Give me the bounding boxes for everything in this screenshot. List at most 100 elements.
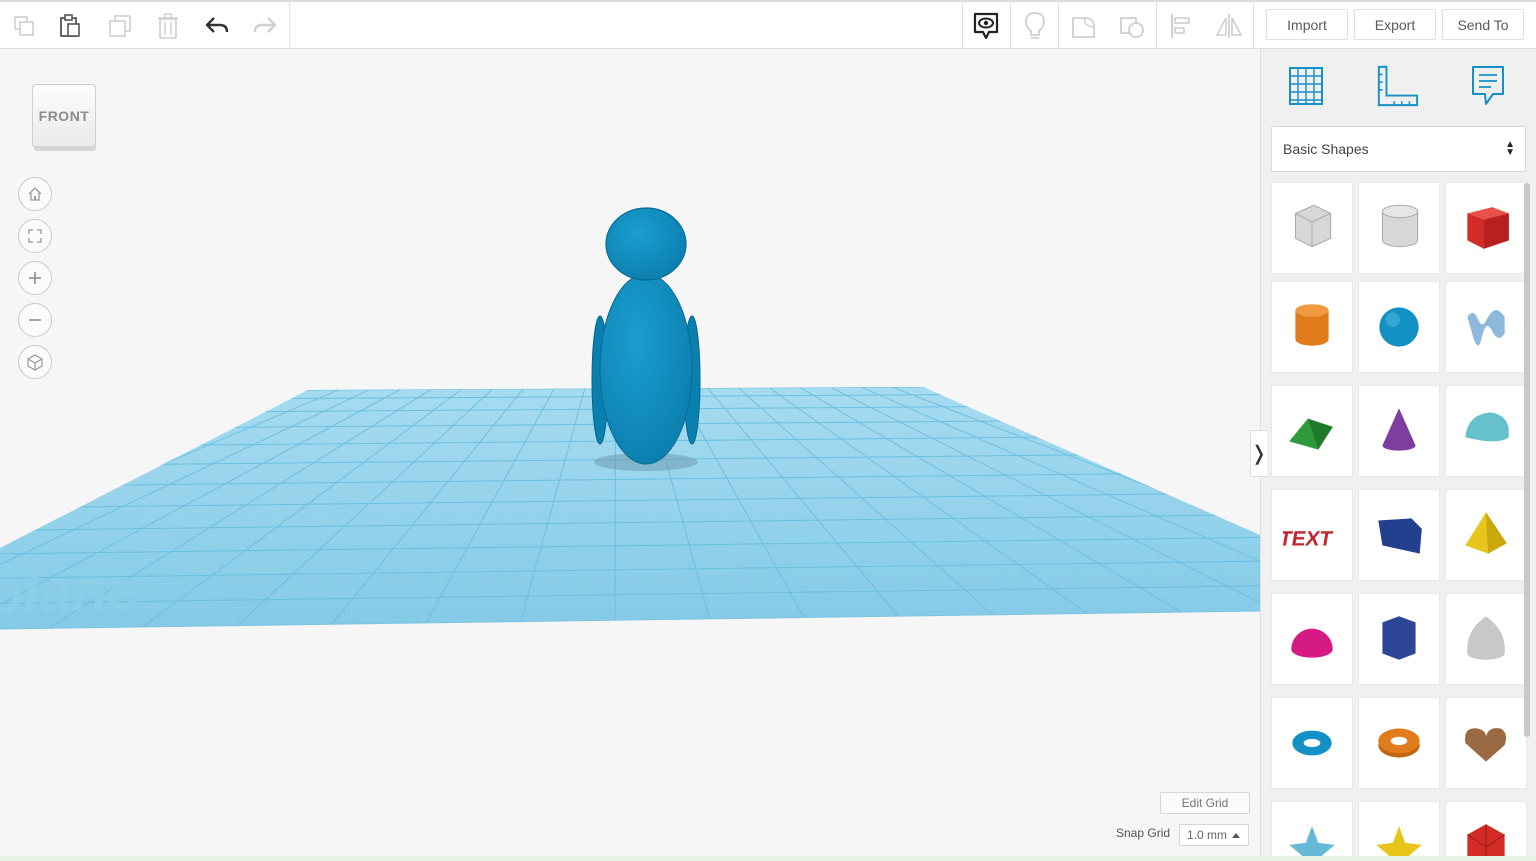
tab-workplane[interactable] bbox=[1284, 63, 1328, 109]
shape-star[interactable] bbox=[1271, 801, 1353, 861]
caret-up-icon bbox=[1232, 833, 1240, 838]
shape-heart[interactable] bbox=[1445, 697, 1527, 789]
paste-icon bbox=[60, 13, 80, 37]
scene[interactable]: Workplane bbox=[0, 49, 1260, 861]
panel-scrollbar[interactable] bbox=[1524, 183, 1530, 737]
hide-button[interactable] bbox=[1011, 2, 1059, 49]
half-sphere-icon bbox=[1291, 628, 1333, 658]
viewcube-front-face[interactable]: FRONT bbox=[32, 84, 96, 148]
round-roof-icon bbox=[1465, 412, 1509, 442]
3d-viewport[interactable]: Workplane FRONT Edit Grid Snap Grid 1.0 … bbox=[0, 49, 1260, 861]
redo-button[interactable] bbox=[241, 2, 289, 49]
shape-cylinder[interactable] bbox=[1271, 281, 1353, 373]
scribble-icon bbox=[1467, 310, 1505, 346]
shape-torus[interactable] bbox=[1271, 697, 1353, 789]
shape-wedge[interactable] bbox=[1358, 489, 1440, 581]
delete-button[interactable] bbox=[144, 2, 192, 49]
shape-tube[interactable] bbox=[1358, 697, 1440, 789]
notes-icon bbox=[1472, 66, 1504, 105]
wedge-icon bbox=[1378, 518, 1422, 554]
perspective-button[interactable] bbox=[18, 345, 52, 379]
shape-paraboloid[interactable] bbox=[1445, 593, 1527, 685]
snap-grid-label: Snap Grid bbox=[1116, 826, 1171, 840]
svg-text:TEXT: TEXT bbox=[1283, 527, 1334, 550]
show-all-icon bbox=[973, 12, 999, 39]
select-arrows-icon: ▲ ▼ bbox=[1505, 139, 1515, 158]
shape-sphere[interactable] bbox=[1358, 281, 1440, 373]
shape-box[interactable] bbox=[1445, 182, 1527, 274]
polygon-icon bbox=[1382, 616, 1416, 660]
snap-grid-value: 1.0 mm bbox=[1187, 828, 1228, 842]
duplicate-icon bbox=[109, 14, 131, 37]
shape-library-select[interactable]: Basic Shapes ▲ ▼ bbox=[1271, 126, 1526, 172]
mirror-button[interactable] bbox=[1205, 2, 1253, 49]
align-icon bbox=[1171, 13, 1190, 38]
shape-roof[interactable] bbox=[1271, 385, 1353, 477]
shape-cylinder-hole[interactable] bbox=[1358, 182, 1440, 274]
viewcube-bottom-face[interactable] bbox=[34, 146, 96, 151]
figure-head[interactable] bbox=[605, 207, 687, 281]
figure-body[interactable] bbox=[599, 273, 693, 465]
fit-view-button[interactable] bbox=[18, 219, 52, 253]
ungroup-icon bbox=[1120, 16, 1144, 38]
tinkercad-editor: Import Export Send To Workplane FRONT Ed… bbox=[0, 0, 1536, 861]
undo-icon bbox=[205, 16, 229, 33]
ruler-icon bbox=[1377, 65, 1419, 107]
export-button[interactable]: Export bbox=[1354, 9, 1436, 40]
collapse-panel-button[interactable]: ❭ bbox=[1250, 430, 1267, 477]
home-view-button[interactable] bbox=[18, 177, 52, 211]
send-to-button[interactable]: Send To bbox=[1442, 9, 1524, 40]
toolbar-divider bbox=[1253, 2, 1254, 49]
home-icon bbox=[28, 187, 42, 201]
shape-polygon[interactable] bbox=[1358, 593, 1440, 685]
shape-library-value: Basic Shapes bbox=[1283, 141, 1369, 157]
cylinder-icon bbox=[1295, 304, 1329, 346]
zoom-out-icon bbox=[29, 319, 41, 321]
snap-grid-select[interactable]: 1.0 mm bbox=[1179, 824, 1249, 846]
toolbar: Import Export Send To bbox=[0, 0, 1536, 49]
heart-icon bbox=[1465, 728, 1507, 762]
shape-round-roof[interactable] bbox=[1445, 385, 1527, 477]
shape-scribble[interactable] bbox=[1445, 281, 1527, 373]
redo-icon bbox=[253, 16, 277, 33]
tab-ruler[interactable] bbox=[1375, 63, 1419, 109]
duplicate-button[interactable] bbox=[96, 2, 144, 49]
shape-icosahedron[interactable] bbox=[1445, 801, 1527, 861]
ungroup-button[interactable] bbox=[1108, 2, 1156, 49]
shape-half-sphere[interactable] bbox=[1271, 593, 1353, 685]
status-strip bbox=[0, 856, 1536, 861]
copy-button[interactable] bbox=[0, 2, 48, 49]
shape-star-yellow[interactable] bbox=[1358, 801, 1440, 861]
align-button[interactable] bbox=[1157, 2, 1205, 49]
chevron-right-icon: ❭ bbox=[1250, 443, 1268, 465]
mirror-icon bbox=[1215, 13, 1243, 38]
group-button[interactable] bbox=[1060, 2, 1108, 49]
cylinder-hole-icon bbox=[1381, 204, 1419, 248]
shapes-panel: Basic Shapes ▲ ▼ TEXT bbox=[1260, 49, 1536, 861]
undo-button[interactable] bbox=[193, 2, 241, 49]
zoom-out-button[interactable] bbox=[18, 303, 52, 337]
lightbulb-icon bbox=[1025, 11, 1045, 39]
box-icon bbox=[1467, 207, 1509, 249]
torus-icon bbox=[1292, 730, 1332, 756]
box-hole-icon bbox=[1294, 204, 1332, 248]
workplane-watermark: Workplane bbox=[0, 557, 145, 630]
paste-button[interactable] bbox=[46, 2, 94, 49]
workplane-grid-icon bbox=[1289, 67, 1323, 105]
show-all-button[interactable] bbox=[962, 2, 1010, 49]
text-icon: TEXT bbox=[1283, 527, 1334, 550]
import-button[interactable]: Import bbox=[1266, 9, 1348, 40]
perspective-icon bbox=[27, 354, 43, 371]
shape-box-hole[interactable] bbox=[1271, 182, 1353, 274]
tab-notes[interactable] bbox=[1467, 63, 1511, 109]
shape-text[interactable]: TEXT bbox=[1271, 489, 1353, 581]
icosahedron-icon bbox=[1467, 824, 1505, 861]
zoom-in-button[interactable] bbox=[18, 261, 52, 295]
star-yellow-icon bbox=[1376, 826, 1422, 861]
edit-grid-button[interactable]: Edit Grid bbox=[1160, 792, 1250, 814]
trash-icon bbox=[158, 12, 178, 39]
shape-cone[interactable] bbox=[1358, 385, 1440, 477]
shape-pyramid[interactable] bbox=[1445, 489, 1527, 581]
zoom-in-icon bbox=[29, 272, 41, 284]
viewcube[interactable]: FRONT bbox=[32, 84, 96, 152]
